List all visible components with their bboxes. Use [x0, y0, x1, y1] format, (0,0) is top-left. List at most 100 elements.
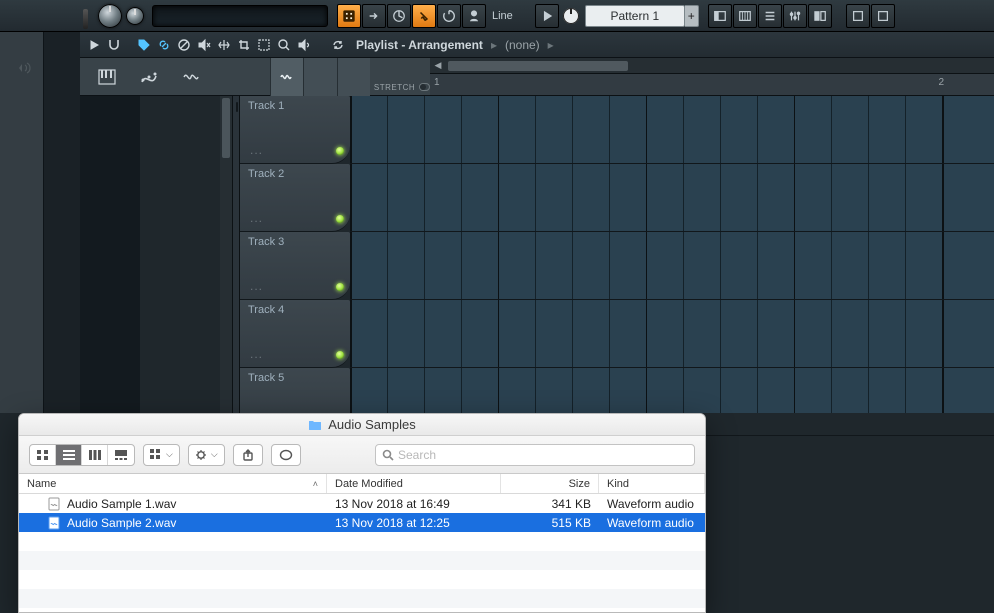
gallery-view-button[interactable]: [108, 445, 134, 465]
col-size[interactable]: Size: [501, 474, 599, 493]
main-pitch-knob[interactable]: [126, 7, 144, 25]
col-date[interactable]: Date Modified: [327, 474, 501, 493]
view-channelrack-button[interactable]: [758, 4, 782, 28]
audio-file-icon: [47, 497, 61, 511]
track-active-led-icon[interactable]: [336, 283, 344, 291]
share-button[interactable]: [233, 444, 263, 466]
col-kind[interactable]: Kind: [599, 474, 705, 493]
track-name: Track 2: [248, 168, 284, 180]
playlist-header: Playlist - Arrangement ▸ (none) ▸: [80, 32, 994, 58]
link-icon[interactable]: [156, 37, 172, 53]
sync-icon[interactable]: [330, 37, 346, 53]
wait-for-input-button[interactable]: [362, 4, 386, 28]
automation-icon[interactable]: [140, 68, 158, 86]
playlist-grid[interactable]: [350, 96, 994, 413]
stretch-label: STRETCH: [374, 83, 415, 92]
audio-file-icon: [47, 516, 61, 530]
save-button[interactable]: [871, 4, 895, 28]
magnet-icon[interactable]: [106, 37, 122, 53]
column-view-button[interactable]: [82, 445, 108, 465]
tab-waveform[interactable]: [270, 58, 303, 96]
play-button[interactable]: [535, 4, 559, 28]
tab-curve[interactable]: [303, 58, 336, 96]
countdown-button[interactable]: [387, 4, 411, 28]
cpu-meter-icon: [83, 9, 88, 29]
piano-icon[interactable]: [98, 68, 116, 86]
finder-title: Audio Samples: [328, 417, 415, 432]
loop-recording-button[interactable]: [437, 4, 461, 28]
chevron-right-icon: ▸: [491, 38, 497, 52]
file-name: Audio Sample 2.wav: [67, 516, 176, 530]
arrows-icon[interactable]: [216, 37, 232, 53]
action-dropdown[interactable]: ⌵: [188, 444, 225, 466]
finder-search[interactable]: [375, 444, 695, 466]
chevron-down-icon: ⌵: [166, 449, 173, 460]
hint-lcd: [152, 5, 328, 27]
track-header[interactable]: Track 1 ...: [240, 96, 350, 164]
browser-collapsed-strip[interactable]: [0, 32, 44, 413]
finder-columns[interactable]: Name˄ Date Modified Size Kind: [19, 474, 705, 494]
track-menu-icon[interactable]: ...: [250, 347, 263, 361]
tab-pattern[interactable]: [337, 58, 370, 96]
view-mode-segmented[interactable]: [29, 444, 135, 466]
playlist-menu-icon[interactable]: [86, 37, 102, 53]
scroll-thumb[interactable]: [448, 61, 628, 71]
file-row[interactable]: Audio Sample 2.wav 13 Nov 2018 at 12:25 …: [19, 513, 705, 532]
vscroll-thumb[interactable]: [222, 98, 230, 158]
scroll-left-icon[interactable]: ◀: [430, 58, 446, 74]
mute-icon[interactable]: [196, 37, 212, 53]
track-active-led-icon[interactable]: [336, 147, 344, 155]
playlist-title: Playlist - Arrangement: [356, 38, 483, 52]
finder-window[interactable]: Audio Samples ⌵ ⌵: [18, 413, 706, 613]
search-icon: [382, 449, 394, 461]
timeline-scrollbar[interactable]: ◀: [430, 58, 994, 74]
pattern-selector[interactable]: Pattern 1: [585, 5, 685, 27]
col-name[interactable]: Name˄: [19, 474, 327, 493]
track-menu-icon[interactable]: ...: [250, 279, 263, 293]
file-kind: Waveform audio: [599, 516, 705, 530]
view-browser-button[interactable]: [808, 4, 832, 28]
song-position-knob[interactable]: [563, 8, 579, 24]
finder-titlebar[interactable]: Audio Samples: [19, 414, 705, 436]
file-date: 13 Nov 2018 at 16:49: [327, 497, 501, 511]
sort-asc-icon: ˄: [313, 479, 318, 489]
blend-recording-button[interactable]: [412, 4, 436, 28]
metronome-button[interactable]: [337, 4, 361, 28]
crop-icon[interactable]: [236, 37, 252, 53]
main-volume-knob[interactable]: [98, 4, 122, 28]
tag-icon[interactable]: [136, 37, 152, 53]
tracks-vscroll[interactable]: [220, 96, 232, 413]
view-playlist-button[interactable]: [708, 4, 732, 28]
file-size: 515 KB: [501, 516, 599, 530]
icon-view-button[interactable]: [30, 445, 56, 465]
list-view-button[interactable]: [56, 445, 82, 465]
view-pianoroll-button[interactable]: [733, 4, 757, 28]
no-icon[interactable]: [176, 37, 192, 53]
zoom-icon[interactable]: [276, 37, 292, 53]
finder-search-input[interactable]: [398, 448, 688, 462]
track-headers: Track 1 ... Track 2 ... Track 3 ... Trac…: [240, 96, 350, 413]
timeline-ruler[interactable]: 1 2: [430, 74, 994, 96]
track-menu-icon[interactable]: ...: [250, 143, 263, 157]
tags-button[interactable]: [271, 444, 301, 466]
pattern-add-button[interactable]: +: [685, 5, 699, 27]
track-header[interactable]: Track 4 ...: [240, 300, 350, 368]
track-resize-gutter[interactable]: [232, 96, 240, 413]
track-menu-icon[interactable]: ...: [250, 211, 263, 225]
file-row[interactable]: Audio Sample 1.wav 13 Nov 2018 at 16:49 …: [19, 494, 705, 513]
arrangement-name[interactable]: (none): [505, 38, 540, 52]
stretch-toggle[interactable]: [419, 83, 430, 91]
track-active-led-icon[interactable]: [336, 215, 344, 223]
track-header[interactable]: Track 2 ...: [240, 164, 350, 232]
speaker-icon[interactable]: [296, 37, 312, 53]
step-edit-button[interactable]: [462, 4, 486, 28]
snap-label[interactable]: Line: [492, 10, 513, 22]
undo-button[interactable]: [846, 4, 870, 28]
arrange-dropdown[interactable]: ⌵: [143, 444, 180, 466]
track-header[interactable]: Track 3 ...: [240, 232, 350, 300]
track-active-led-icon[interactable]: [336, 351, 344, 359]
select-icon[interactable]: [256, 37, 272, 53]
view-mixer-button[interactable]: [783, 4, 807, 28]
chevron-down-icon: ⌵: [211, 449, 218, 460]
audio-track-icon[interactable]: [182, 68, 200, 86]
